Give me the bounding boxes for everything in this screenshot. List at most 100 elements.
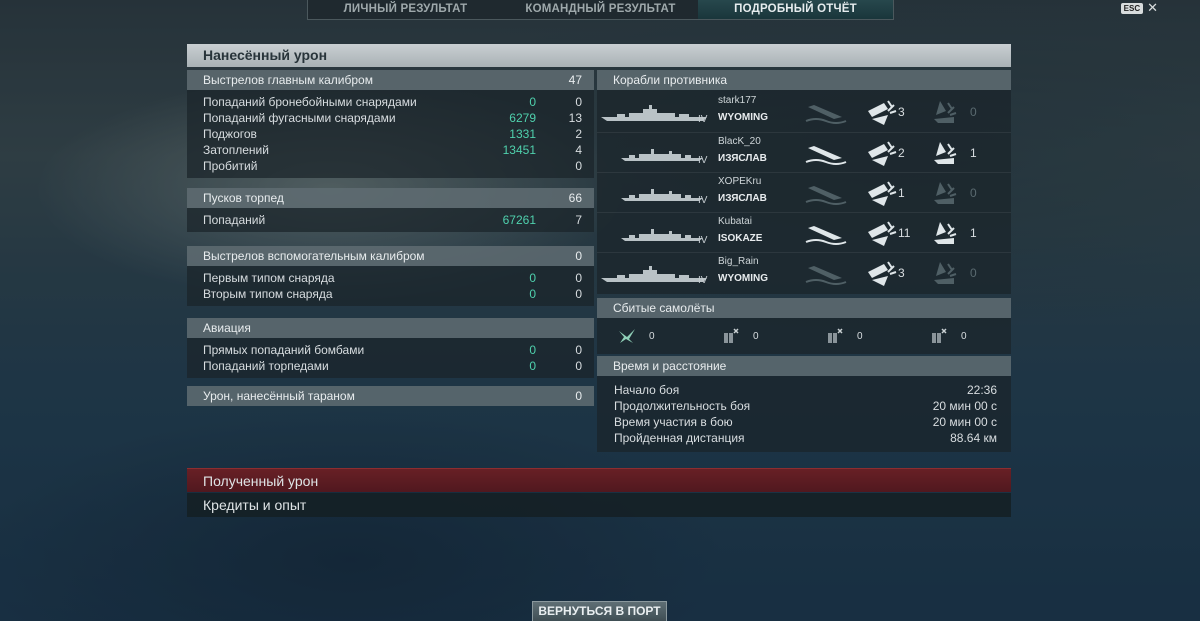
enemy-ship-row: IV Big_Rain WYOMING 3 0 [597, 252, 1011, 292]
secondary-value: 0 [575, 249, 582, 263]
time-label: Пройденная дистанция [614, 431, 745, 445]
close-button[interactable]: ESC ✕ [1120, 1, 1158, 14]
stat-damage: 0 [529, 271, 536, 285]
hit-count: 0 [970, 266, 977, 280]
credits-experience-section[interactable]: Кредиты и опыт [187, 493, 1011, 517]
ship-silhouette-icon [621, 188, 703, 201]
ship-name: ИЗЯСЛАВ [718, 193, 767, 204]
sunk-icon [804, 97, 850, 127]
aircraft-icon [619, 329, 635, 343]
report-tabs: ЛИЧНЫЙ РЕЗУЛЬТАТ КОМАНДНЫЙ РЕЗУЛЬТАТ ПОД… [307, 0, 894, 20]
hit-count: 1 [970, 226, 977, 240]
hit-count: 3 [898, 105, 905, 119]
enemies-header: Корабли противника [597, 70, 1011, 90]
ramming-label: Урон, нанесённый тараном [203, 389, 355, 403]
stat-count: 0 [575, 271, 582, 285]
ship-name: WYOMING [718, 112, 768, 123]
return-to-port-button[interactable]: ВЕРНУТЬСЯ В ПОРТ [532, 601, 667, 621]
planes-count: 0 [649, 330, 655, 342]
ship-silhouette-icon [621, 148, 703, 161]
time-value: 20 мин 00 с [932, 399, 997, 413]
stat-damage: 6279 [509, 111, 536, 125]
torpedo-bomber-ammo-icon [932, 328, 947, 343]
stat-row: Вторым типом снаряда 0 0 [203, 286, 582, 302]
stat-damage: 13451 [502, 143, 536, 157]
stat-label: Поджогов [203, 127, 257, 141]
sunk-icon [804, 258, 850, 288]
time-row: Продолжительность боя 20 мин 00 с [614, 398, 997, 414]
stat-count: 0 [575, 95, 582, 109]
hit-count: 1 [898, 186, 905, 200]
stat-row: Попаданий фугасными снарядами 6279 13 [203, 110, 582, 126]
ship-names: stark177 WYOMING [718, 95, 768, 123]
ship-silhouette [599, 182, 709, 204]
enemy-section: Корабли противника IV stark177 WYOMING 3 0 IV… [597, 70, 1011, 452]
time-row: Начало боя 22:36 [614, 382, 997, 398]
time-value: 22:36 [966, 383, 997, 397]
time-title: Время и расстояние [613, 359, 727, 373]
hit-count: 3 [898, 266, 905, 280]
ship-tier: IV [698, 114, 708, 125]
aviation-list: Прямых попаданий бомбами 0 0 Попаданий т… [187, 338, 594, 378]
stat-count: 4 [575, 143, 582, 157]
ship-tier: IV [698, 275, 708, 286]
hit-count: 2 [898, 146, 905, 160]
planes-shot-down: 0 0 0 0 [597, 318, 1011, 354]
torpedoes-value: 66 [568, 191, 582, 205]
ramming-value: 0 [575, 389, 582, 403]
stat-damage: 0 [529, 287, 536, 301]
ship-names: Kubatai ISOKAZE [718, 216, 762, 244]
hit-count: 0 [970, 105, 977, 119]
received-damage-section[interactable]: Полученный урон [187, 468, 1011, 492]
secondary-label: Выстрелов вспомогательным калибром [203, 249, 425, 263]
ship-names: XOPEKru ИЗЯСЛАВ [718, 176, 767, 204]
stat-damage: 0 [529, 343, 536, 357]
stat-label: Попаданий [203, 213, 266, 227]
stat-label: Попаданий бронебойными снарядами [203, 95, 417, 109]
planes-title: Сбитые самолёты [613, 301, 715, 315]
player-name: Big_Rain [718, 256, 759, 267]
time-label: Начало боя [614, 383, 680, 397]
main-battery-label: Выстрелов главным калибром [203, 73, 373, 87]
page-title: Нанесённый урон [187, 44, 1011, 67]
sunk-icon [804, 218, 850, 248]
hit-count: 0 [970, 186, 977, 200]
stat-row: Прямых попаданий бомбами 0 0 [203, 342, 582, 358]
stat-count: 13 [568, 111, 582, 125]
ship-silhouette [599, 101, 709, 123]
planes-item: 0 [929, 327, 967, 345]
ship-silhouette-icon [601, 265, 707, 282]
enemy-ship-row: IV stark177 WYOMING 3 0 [597, 92, 1011, 132]
stat-damage: 67261 [502, 213, 536, 227]
planes-item: 0 [721, 327, 759, 345]
stat-damage: 0 [529, 359, 536, 373]
secondary-list: Первым типом снаряда 0 0 Вторым типом сн… [187, 266, 594, 306]
hit-count: 1 [970, 146, 977, 160]
stat-label: Первым типом снаряда [203, 271, 335, 285]
stat-row: Пробитий 0 [203, 158, 582, 174]
stat-row: Попаданий 67261 7 [203, 212, 582, 228]
ship-name: ISOKAZE [718, 233, 763, 244]
enemy-ship-row: IV BlacK_20 ИЗЯСЛАВ 2 1 [597, 132, 1011, 172]
time-label: Продолжительность боя [614, 399, 751, 413]
stat-count: 0 [575, 343, 582, 357]
ship-names: Big_Rain WYOMING [718, 256, 768, 284]
ship-silhouette-icon [601, 105, 707, 121]
stat-row: Затоплений 13451 4 [203, 142, 582, 158]
fighter-ammo-icon [724, 328, 739, 343]
time-row: Пройденная дистанция 88.64 км [614, 430, 997, 446]
stat-damage: 1331 [509, 127, 536, 141]
stat-count: 0 [575, 159, 582, 173]
tab-team-result[interactable]: КОМАНДНЫЙ РЕЗУЛЬТАТ [503, 0, 698, 19]
tab-personal-result[interactable]: ЛИЧНЫЙ РЕЗУЛЬТАТ [308, 0, 503, 19]
ship-silhouette [599, 222, 709, 244]
bomber-ammo-icon [828, 328, 843, 343]
player-name: stark177 [718, 95, 757, 106]
time-value: 88.64 км [950, 431, 997, 445]
enemy-ship-row: IV XOPEKru ИЗЯСЛАВ 1 0 [597, 172, 1011, 212]
time-header: Время и расстояние [597, 356, 1011, 376]
enemy-ship-list: IV stark177 WYOMING 3 0 IV BlacK_20 ИЗЯСЛАВ 2 1 IV… [597, 90, 1011, 294]
tab-detailed-report[interactable]: ПОДРОБНЫЙ ОТЧЁТ [698, 0, 893, 19]
stat-row: Попаданий торпедами 0 0 [203, 358, 582, 374]
damage-dealt-section: Выстрелов главным калибром 47 Попаданий … [187, 70, 594, 406]
